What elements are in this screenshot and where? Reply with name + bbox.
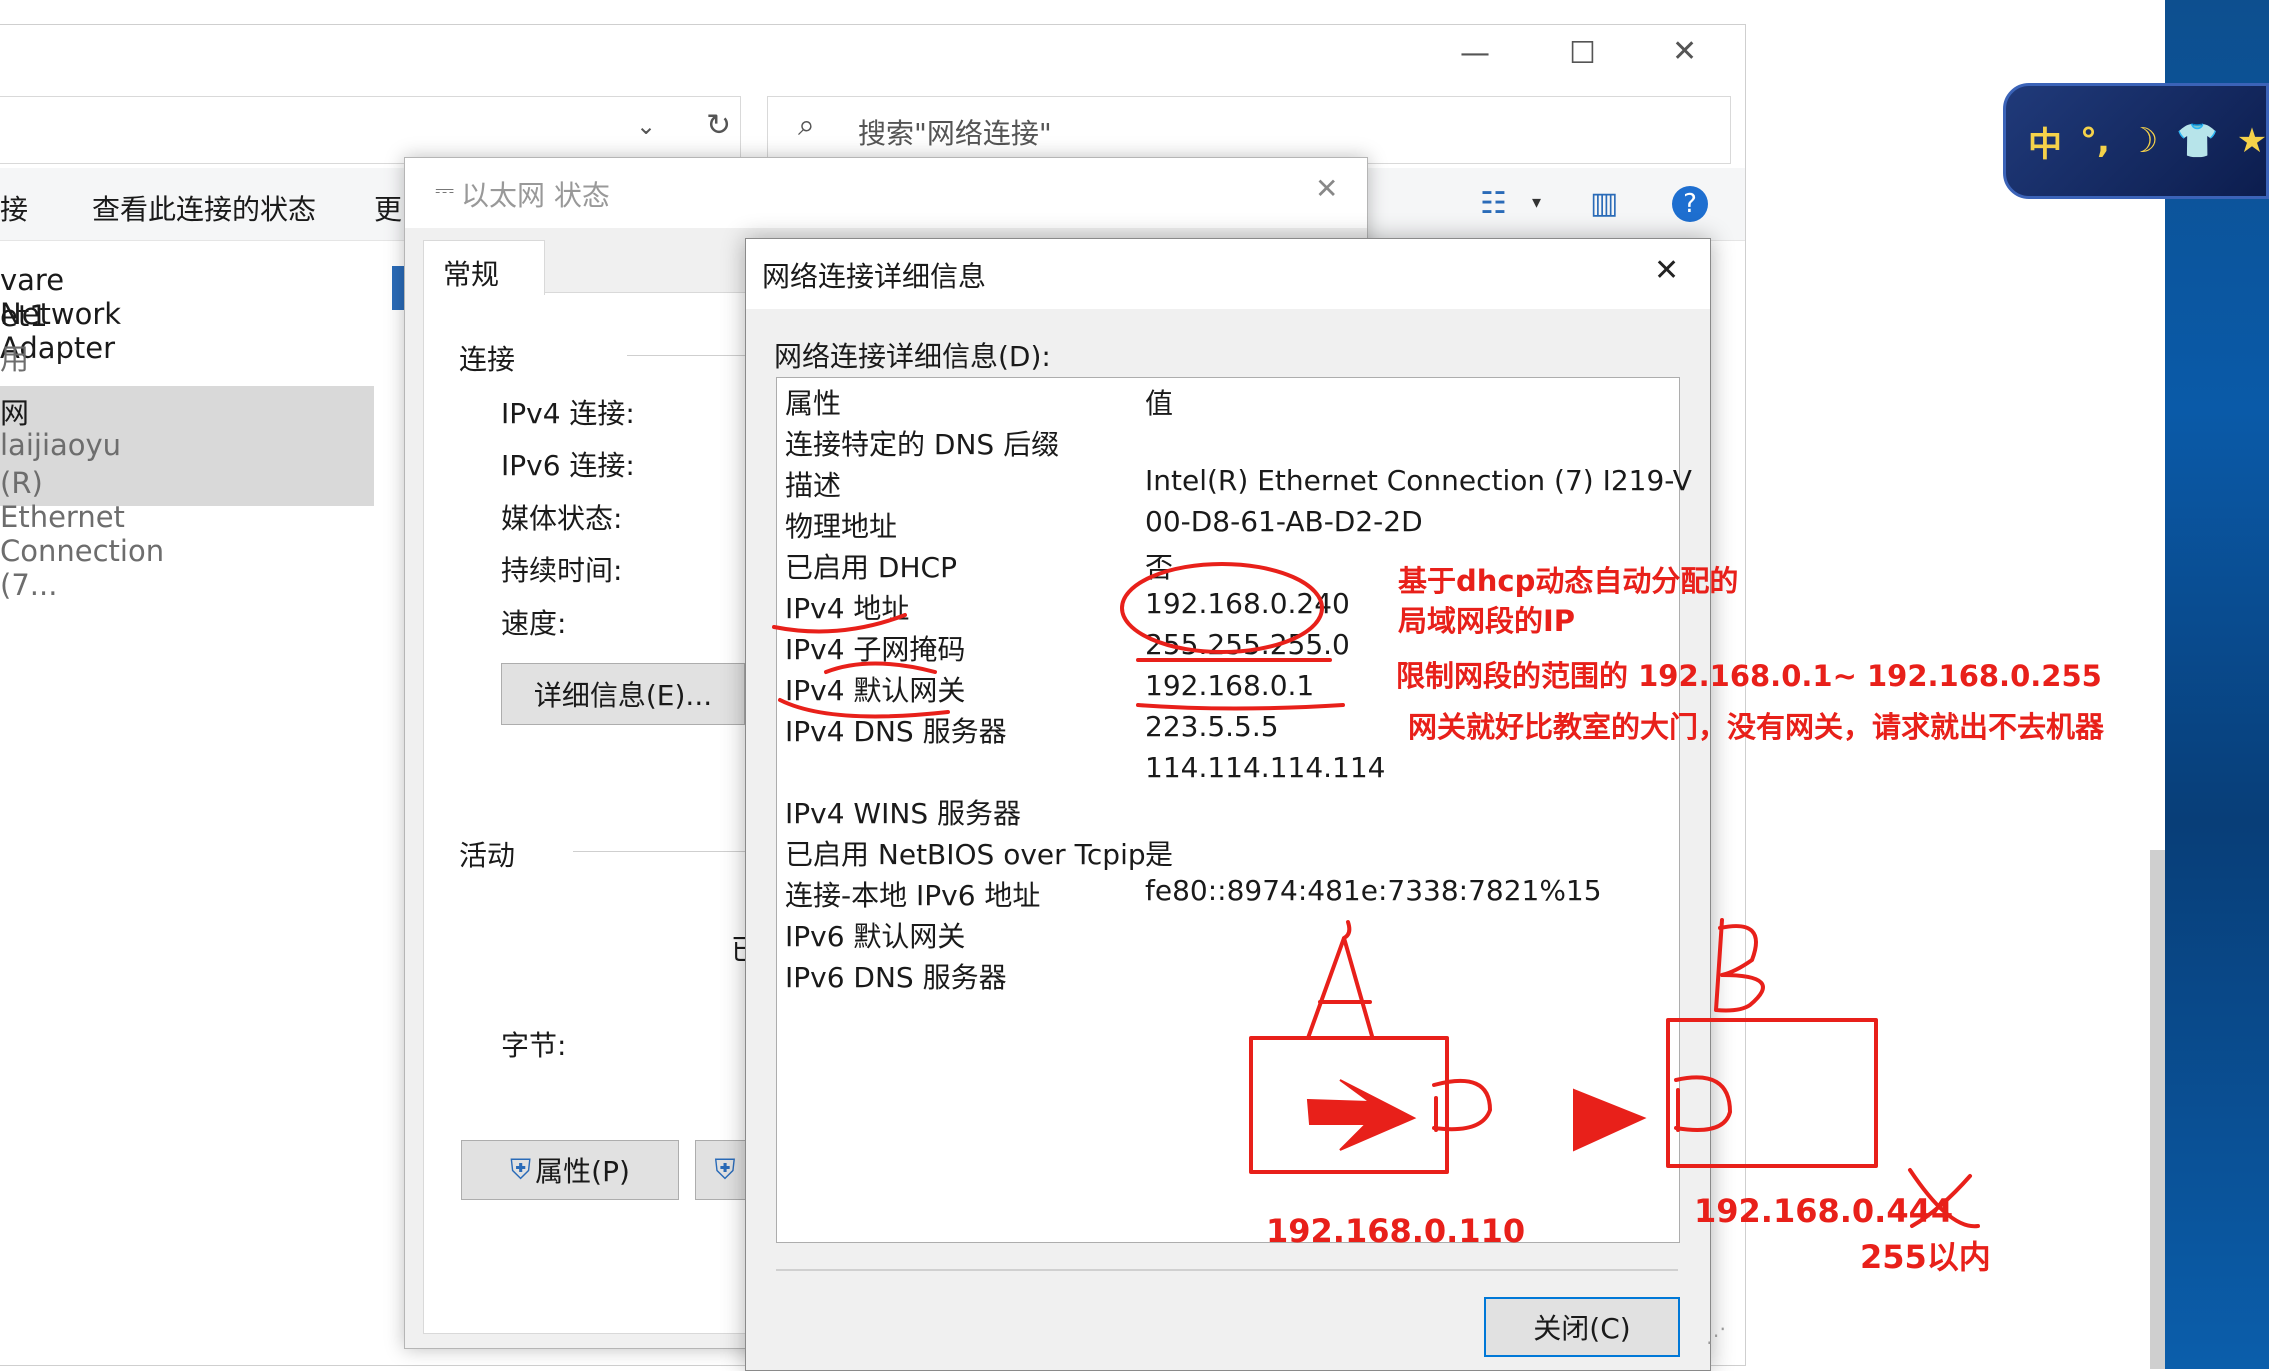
label-b [1714,918,1765,1013]
underline-ipv4-address [772,613,907,634]
cup-handle-b [1674,1075,1732,1132]
arrow-b [1573,1088,1647,1152]
cross-mark [1908,1168,1980,1229]
underline-subnet-mask [824,658,1332,674]
underline-gateway [778,698,1345,719]
computer-b [1666,1018,1878,1168]
cup-handle-a [1432,1078,1492,1132]
arrow-a [1306,1079,1417,1151]
label-a [1306,920,1374,1040]
annotation-drawing [772,562,1980,1229]
circle-ip-highlight [1120,562,1324,654]
